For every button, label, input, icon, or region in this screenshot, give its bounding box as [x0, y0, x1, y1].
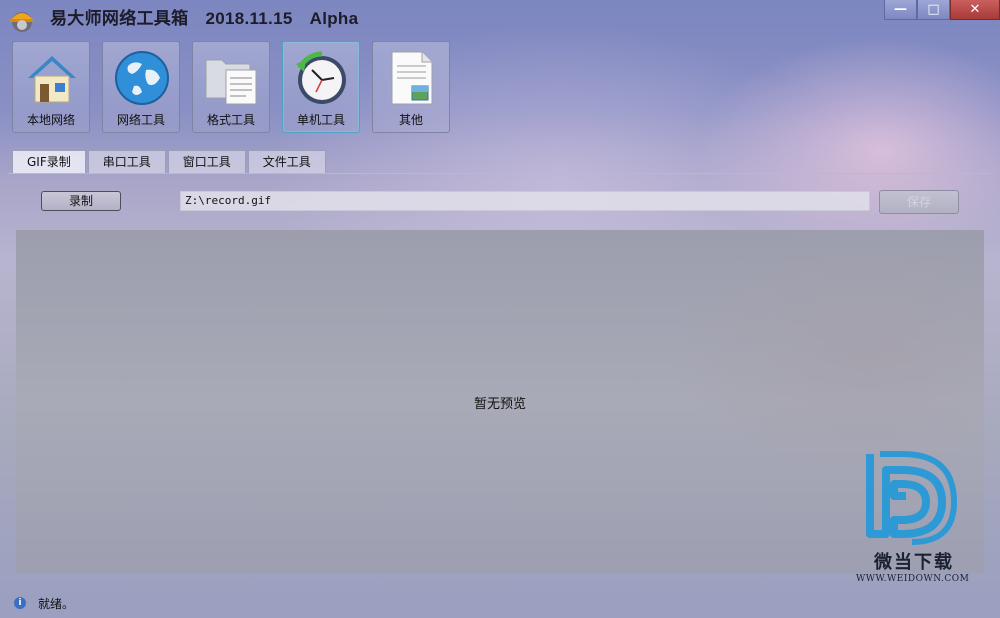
window-controls: — □ ✕	[884, 0, 1000, 20]
app-date: 2018.11.15	[205, 9, 293, 28]
watermark-name: 微当下载	[874, 552, 954, 573]
tab-window-tools[interactable]: 窗口工具	[167, 150, 246, 174]
save-button[interactable]: 保存	[879, 190, 959, 214]
toolbar-item-local-network[interactable]: 本地网络	[12, 41, 90, 133]
record-button[interactable]: 录制	[41, 191, 121, 211]
toolbar-label: 格式工具	[206, 113, 255, 127]
toolbar-label: 其他	[398, 113, 423, 127]
minimize-button[interactable]: —	[884, 0, 917, 20]
watermark-url: WWW.WEIDOWN.COM	[856, 574, 970, 584]
tab-serial-tools[interactable]: 串口工具	[87, 150, 166, 174]
toolbar-label: 网络工具	[116, 113, 165, 127]
toolbar-label: 本地网络	[26, 113, 75, 127]
tab-gif-record[interactable]: GIF录制	[12, 150, 86, 174]
tab-strip: GIF录制 串口工具 窗口工具 文件工具	[12, 150, 326, 174]
toolbar-item-network-tools[interactable]: 网络工具	[102, 41, 180, 133]
preview-placeholder: 暂无预览	[473, 397, 526, 412]
toolbar-item-other[interactable]: 其他	[372, 41, 450, 133]
maximize-button[interactable]: □	[917, 0, 950, 20]
main-toolbar: 本地网络 网络工具 格式工具 单机工具 其他	[12, 41, 450, 133]
worker-helmet-icon	[10, 12, 34, 32]
status-text: 就绪。	[38, 596, 75, 611]
toolbar-label: 单机工具	[296, 113, 345, 127]
house-icon	[28, 56, 76, 103]
status-bar: i 就绪。	[0, 588, 1000, 618]
toolbar-item-format-tools[interactable]: 格式工具	[192, 41, 270, 133]
app-name: 易大师网络工具箱	[50, 9, 189, 28]
document-image-icon	[391, 51, 433, 105]
info-icon: i	[14, 597, 26, 609]
clock-refresh-icon	[296, 51, 346, 104]
app-stage: Alpha	[309, 9, 359, 28]
globe-icon	[115, 51, 169, 105]
window-title: 易大师网络工具箱 2018.11.15 Alpha	[50, 8, 370, 30]
close-button[interactable]: ✕	[950, 0, 1000, 20]
toolbar-item-standalone-tools[interactable]: 单机工具	[282, 41, 360, 133]
title-bar: 易大师网络工具箱 2018.11.15 Alpha — □ ✕	[0, 0, 1000, 38]
tab-file-tools[interactable]: 文件工具	[247, 150, 326, 174]
gif-preview-area: 暂无预览	[16, 230, 984, 573]
output-path-field[interactable]: Z:\record.gif	[180, 191, 870, 211]
app-window: 易大师网络工具箱 2018.11.15 Alpha — □ ✕ 本地网络 网络工…	[0, 0, 1000, 618]
folder-document-icon	[205, 59, 257, 105]
